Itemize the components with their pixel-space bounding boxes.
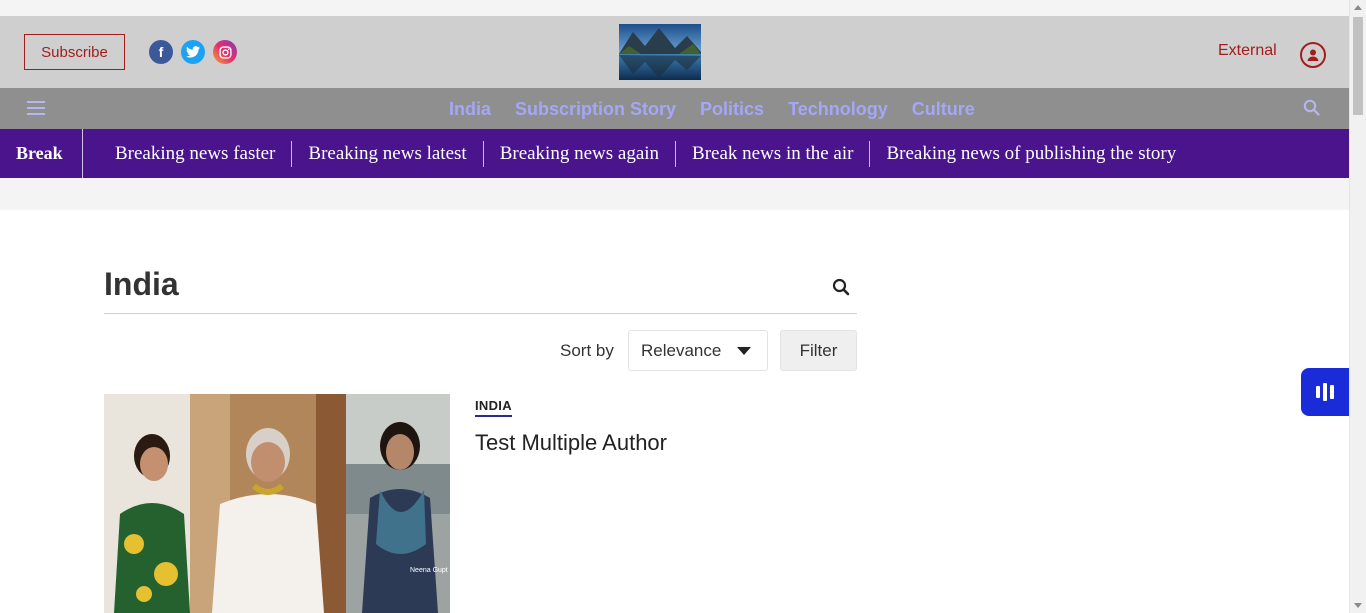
bar-icon xyxy=(1323,383,1327,401)
search-icon[interactable] xyxy=(832,278,850,301)
breaking-item[interactable]: Breaking news of publishing the story xyxy=(869,140,1192,167)
breaking-item[interactable]: Breaking news again xyxy=(482,140,675,167)
filter-button[interactable]: Filter xyxy=(780,330,857,371)
breaking-ticker: Breaking news faster Breaking news lates… xyxy=(83,140,1192,167)
ad-band xyxy=(0,178,1349,210)
scroll-down-arrow-icon[interactable] xyxy=(1354,603,1362,608)
twitter-icon[interactable] xyxy=(181,40,205,64)
nav-link-india[interactable]: India xyxy=(449,99,491,120)
main-nav: India Subscription Story Politics Techno… xyxy=(0,88,1349,129)
title-divider xyxy=(104,313,857,314)
scroll-up-arrow-icon[interactable] xyxy=(1354,5,1362,10)
nav-link-subscription-story[interactable]: Subscription Story xyxy=(515,99,676,120)
sort-dropdown[interactable]: Relevance xyxy=(628,330,768,371)
page-title: India xyxy=(104,266,179,302)
story-section-tag[interactable]: INDIA xyxy=(475,398,512,417)
site-logo[interactable] xyxy=(619,24,701,80)
nav-link-politics[interactable]: Politics xyxy=(700,99,764,120)
subscribe-button[interactable]: Subscribe xyxy=(24,34,125,70)
vertical-scrollbar[interactable] xyxy=(1349,0,1366,613)
breaking-item[interactable]: Breaking news latest xyxy=(291,140,482,167)
breaking-news-bar: Break Breaking news faster Breaking news… xyxy=(0,129,1349,178)
story-title[interactable]: Test Multiple Author xyxy=(475,430,667,456)
bar-icon xyxy=(1330,385,1334,399)
bar-icon xyxy=(1316,386,1320,398)
scroll-thumb[interactable] xyxy=(1353,17,1363,115)
page: Subscribe f External India Subscription … xyxy=(0,0,1349,613)
story-image[interactable]: Neena Gupt xyxy=(104,394,450,613)
nav-link-technology[interactable]: Technology xyxy=(788,99,888,120)
search-icon[interactable] xyxy=(1303,99,1320,121)
instagram-icon[interactable] xyxy=(213,40,237,64)
main-content: India Sort by Relevance Filter Neena Gup… xyxy=(104,266,857,613)
breaking-item[interactable]: Break news in the air xyxy=(675,140,869,167)
sort-value: Relevance xyxy=(641,340,722,360)
breaking-label: Break xyxy=(0,129,83,178)
hamburger-menu-icon[interactable] xyxy=(27,101,45,115)
facebook-icon[interactable]: f xyxy=(149,40,173,64)
nav-link-culture[interactable]: Culture xyxy=(912,99,975,120)
account-icon[interactable] xyxy=(1300,42,1326,68)
image-caption: Neena Gupt xyxy=(410,567,448,574)
site-header: Subscribe f External xyxy=(0,16,1349,88)
top-strip xyxy=(0,0,1349,16)
breaking-item[interactable]: Breaking news faster xyxy=(115,141,291,167)
external-link[interactable]: External xyxy=(1218,42,1277,60)
caret-down-icon xyxy=(737,347,751,355)
sort-label: Sort by xyxy=(560,341,614,360)
floating-action-button[interactable] xyxy=(1301,368,1349,416)
nav-links: India Subscription Story Politics Techno… xyxy=(449,99,975,120)
